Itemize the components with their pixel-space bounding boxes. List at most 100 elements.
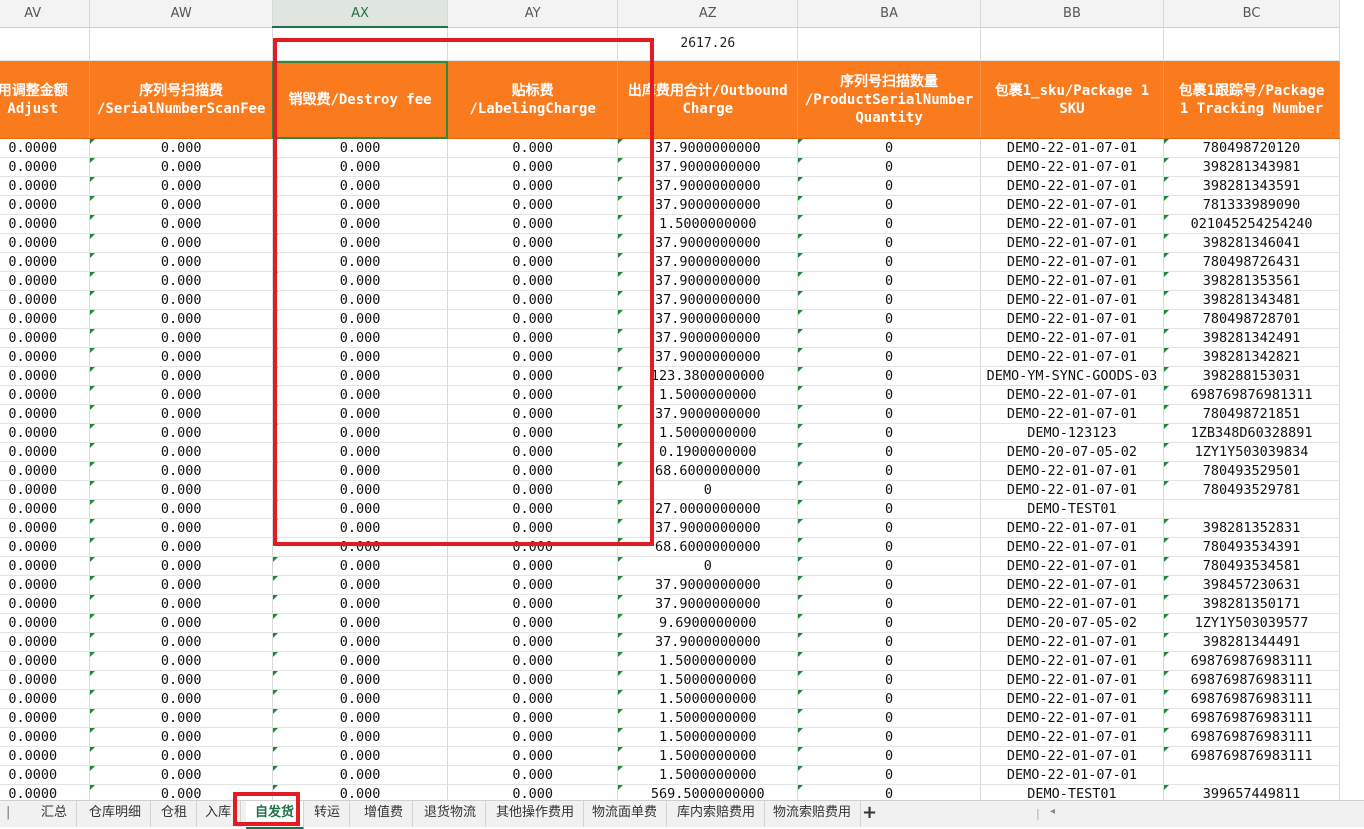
data-cell[interactable]: 0.0000 [0, 670, 91, 690]
total-cell[interactable] [447, 27, 619, 61]
data-cell[interactable]: 0.000 [89, 138, 273, 158]
data-cell[interactable]: 37.9000000000 [617, 404, 799, 424]
data-cell[interactable]: 0.000 [272, 404, 449, 424]
field-header-cell[interactable]: 包裹1_sku/Package 1 SKU [980, 60, 1165, 139]
data-cell[interactable]: 0.000 [447, 366, 619, 386]
data-cell[interactable]: 0.000 [447, 385, 619, 405]
data-cell[interactable]: 0 [797, 765, 981, 785]
data-cell[interactable]: DEMO-22-01-07-01 [980, 347, 1165, 367]
data-cell[interactable]: 0.0000 [0, 290, 91, 310]
data-cell[interactable]: 0.0000 [0, 689, 91, 709]
data-cell[interactable]: 0.000 [272, 309, 449, 329]
data-cell[interactable]: 0 [797, 138, 981, 158]
data-cell[interactable]: 0.0000 [0, 651, 91, 671]
data-cell[interactable]: 0.000 [89, 366, 273, 386]
data-cell[interactable]: 0 [797, 556, 981, 576]
data-cell[interactable]: 0 [797, 195, 981, 215]
column-header-ay[interactable]: AY [447, 0, 619, 28]
column-header-bc[interactable]: BC [1163, 0, 1340, 28]
data-cell[interactable]: 698769876983111 [1163, 670, 1340, 690]
data-cell[interactable]: DEMO-22-01-07-01 [980, 138, 1165, 158]
data-cell[interactable]: DEMO-22-01-07-01 [980, 765, 1165, 785]
data-cell[interactable]: 0.000 [272, 727, 449, 747]
data-cell[interactable]: 0.000 [89, 708, 273, 728]
data-cell[interactable]: 698769876983111 [1163, 746, 1340, 766]
data-cell[interactable]: 0.000 [272, 252, 449, 272]
data-cell[interactable]: DEMO-22-01-07-01 [980, 518, 1165, 538]
data-cell[interactable]: 0 [797, 746, 981, 766]
data-cell[interactable]: 0 [797, 233, 981, 253]
data-cell[interactable]: 399657449811 [1163, 784, 1340, 800]
data-cell[interactable]: 1ZY1Y503039834 [1163, 442, 1340, 462]
data-cell[interactable]: 0.000 [447, 708, 619, 728]
data-cell[interactable]: 37.9000000000 [617, 290, 799, 310]
data-cell[interactable]: 0 [797, 252, 981, 272]
data-cell[interactable]: 0.000 [89, 385, 273, 405]
data-cell[interactable]: 780498728701 [1163, 309, 1340, 329]
data-cell[interactable]: 0.000 [89, 309, 273, 329]
data-cell[interactable]: 0.000 [447, 404, 619, 424]
data-cell[interactable]: 0.000 [272, 176, 449, 196]
data-cell[interactable]: 0.0000 [0, 594, 91, 614]
data-cell[interactable]: 0 [797, 632, 981, 652]
data-cell[interactable]: DEMO-22-01-07-01 [980, 575, 1165, 595]
data-cell[interactable]: DEMO-22-01-07-01 [980, 233, 1165, 253]
data-cell[interactable]: 0.000 [89, 271, 273, 291]
data-cell[interactable]: 0.000 [447, 765, 619, 785]
data-cell[interactable]: 0 [797, 328, 981, 348]
data-cell[interactable]: 398281343591 [1163, 176, 1340, 196]
data-cell[interactable]: 1.5000000000 [617, 746, 799, 766]
data-cell[interactable]: 0.000 [89, 613, 273, 633]
data-cell[interactable]: 780498726431 [1163, 252, 1340, 272]
data-cell[interactable]: 0.000 [447, 784, 619, 800]
data-cell[interactable]: 0 [797, 613, 981, 633]
data-cell[interactable]: DEMO-22-01-07-01 [980, 556, 1165, 576]
data-cell[interactable]: 698769876983111 [1163, 689, 1340, 709]
data-cell[interactable]: 0.000 [447, 727, 619, 747]
add-sheet-button[interactable]: + [862, 802, 877, 823]
data-cell[interactable]: 0.000 [272, 347, 449, 367]
data-cell[interactable]: 0.000 [89, 176, 273, 196]
data-cell[interactable]: 0 [797, 727, 981, 747]
data-cell[interactable]: 0.000 [447, 271, 619, 291]
data-cell[interactable]: 0 [797, 176, 981, 196]
data-cell[interactable]: 398281344491 [1163, 632, 1340, 652]
data-cell[interactable]: 0.0000 [0, 423, 91, 443]
field-header-cell[interactable]: 包裹1跟踪号/Package 1 Tracking Number [1163, 60, 1340, 139]
column-header-av[interactable]: AV [0, 0, 91, 28]
sheet-tab[interactable]: 物流索赔费用 [764, 801, 862, 827]
total-cell[interactable] [980, 27, 1165, 61]
data-cell[interactable]: 780498721851 [1163, 404, 1340, 424]
data-cell[interactable]: 0.000 [89, 784, 273, 800]
data-cell[interactable]: 37.9000000000 [617, 309, 799, 329]
sheet-nav-first-icon[interactable]: | [6, 805, 10, 820]
data-cell[interactable]: 0.000 [89, 404, 273, 424]
data-cell[interactable]: DEMO-22-01-07-01 [980, 404, 1165, 424]
data-cell[interactable]: 0.000 [447, 252, 619, 272]
data-cell[interactable]: 698769876983111 [1163, 708, 1340, 728]
data-cell[interactable]: 0.000 [272, 651, 449, 671]
data-cell[interactable]: DEMO-22-01-07-01 [980, 309, 1165, 329]
sheet-tab[interactable]: 仓租 [152, 801, 198, 827]
data-cell[interactable]: 0.0000 [0, 537, 91, 557]
data-cell[interactable]: 0.0000 [0, 233, 91, 253]
total-cell[interactable] [1163, 27, 1340, 61]
data-cell[interactable]: 0.000 [89, 290, 273, 310]
data-cell[interactable]: 0.0000 [0, 328, 91, 348]
data-cell[interactable]: 0.000 [447, 670, 619, 690]
data-cell[interactable]: 398281342821 [1163, 347, 1340, 367]
data-cell[interactable]: 0.000 [89, 442, 273, 462]
data-cell[interactable]: 0.000 [272, 442, 449, 462]
data-cell[interactable]: 0.0000 [0, 138, 91, 158]
data-cell[interactable]: 0.0000 [0, 461, 91, 481]
data-cell[interactable]: DEMO-TEST01 [980, 499, 1165, 519]
data-cell[interactable]: 0.000 [89, 537, 273, 557]
data-cell[interactable]: DEMO-22-01-07-01 [980, 746, 1165, 766]
data-cell[interactable]: DEMO-22-01-07-01 [980, 651, 1165, 671]
data-cell[interactable]: DEMO-22-01-07-01 [980, 176, 1165, 196]
data-cell[interactable]: 0.000 [447, 461, 619, 481]
data-cell[interactable]: DEMO-22-01-07-01 [980, 271, 1165, 291]
data-cell[interactable]: 0 [797, 271, 981, 291]
total-cell[interactable] [797, 27, 981, 61]
sheet-tab[interactable]: 入库 [196, 801, 242, 827]
